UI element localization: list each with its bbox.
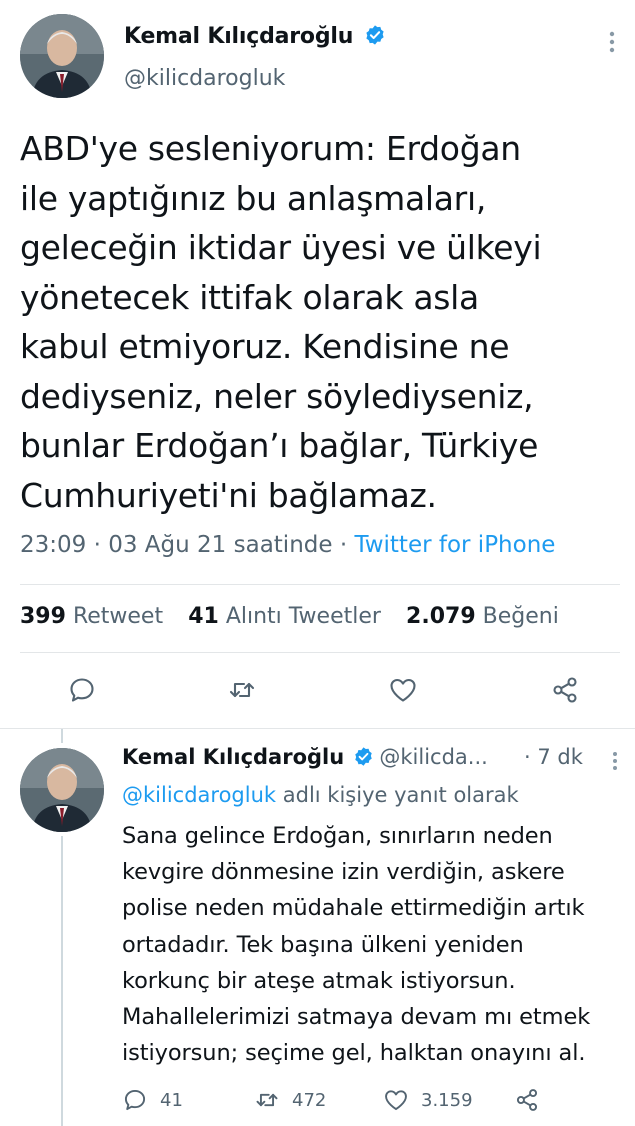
retweet-stat[interactable]: 399 Retweet [20,604,163,629]
reply-icon[interactable] [67,675,97,709]
reply-author-name[interactable]: Kemal Kılıçdaroğlu [122,745,344,769]
like-icon [385,1090,407,1111]
author-name-row: Kemal Kılıçdaroğlu [124,24,386,49]
reply-author-avatar[interactable] [20,748,104,832]
quote-stat[interactable]: 41 Alıntı Tweetler [188,604,381,629]
replying-to-mention[interactable]: @kilicdarogluk [122,783,276,807]
divider [20,652,620,653]
thread-line [61,729,63,743]
meta-separator: · [93,532,101,558]
reply-retweet-action[interactable]: 472 [254,1087,326,1113]
reply-age-block: · 7 dk [524,745,583,769]
reply-retweet-count: 472 [292,1089,327,1111]
reply-reply-action[interactable]: 41 [122,1087,183,1113]
reply-icon [124,1089,146,1111]
author-handle[interactable]: @kilicdarogluk [124,66,285,91]
tweet-time[interactable]: 23:09 [20,532,86,558]
like-icon[interactable] [388,675,418,709]
tweet-text: ABD'ye sesleniyorum: Erdoğan ile yaptığı… [20,129,542,515]
tweet-date[interactable]: 03 Ağu 21 saatinde [108,532,332,558]
tweet-source[interactable]: Twitter for iPhone [354,532,555,558]
reply-reply-count: 41 [160,1089,183,1111]
reply-text: Sana gelince Erdoğan, sınırların neden k… [122,823,591,1067]
meta-separator: · [524,745,531,769]
share-icon[interactable] [514,1087,540,1117]
reply-age[interactable]: 7 dk [537,745,583,769]
verified-badge-icon [355,747,373,766]
reply-more-options-icon[interactable] [608,750,622,776]
meta-separator: · [339,532,348,558]
divider [0,728,635,729]
more-options-icon[interactable] [604,30,620,58]
quote-stat-label: Alıntı Tweetler [225,604,381,629]
retweet-icon[interactable] [227,675,257,709]
replying-to: @kilicdarogluk adlı kişiye yanıt olarak [122,783,519,807]
quote-count: 41 [188,604,219,629]
replying-to-suffix: adlı kişiye yanıt olarak [282,783,519,807]
reply-header: Kemal Kılıçdaroğlu @kilicda... [122,745,488,769]
like-stat[interactable]: 2.079 Beğeni [406,604,559,629]
like-count: 2.079 [406,604,476,629]
thread-line [61,836,63,1126]
retweet-stat-label: Retweet [72,604,164,629]
verified-badge-icon [366,25,384,45]
reply-author-handle[interactable]: @kilicda... [379,745,487,769]
reply-like-action[interactable]: 3.159 [383,1087,473,1113]
author-avatar[interactable] [20,14,104,98]
reply-like-count: 3.159 [421,1089,473,1111]
tweet-stats: 399 Retweet 41 Alıntı Tweetler 2.079 Beğ… [20,604,579,629]
share-icon[interactable] [550,675,580,709]
author-name[interactable]: Kemal Kılıçdaroğlu [124,24,353,49]
like-stat-label: Beğeni [482,604,559,629]
divider [20,584,620,585]
retweet-count: 399 [20,604,66,629]
retweet-icon [256,1093,278,1107]
tweet-meta: 23:09 · 03 Ağu 21 saatinde · Twitter for… [20,532,555,558]
